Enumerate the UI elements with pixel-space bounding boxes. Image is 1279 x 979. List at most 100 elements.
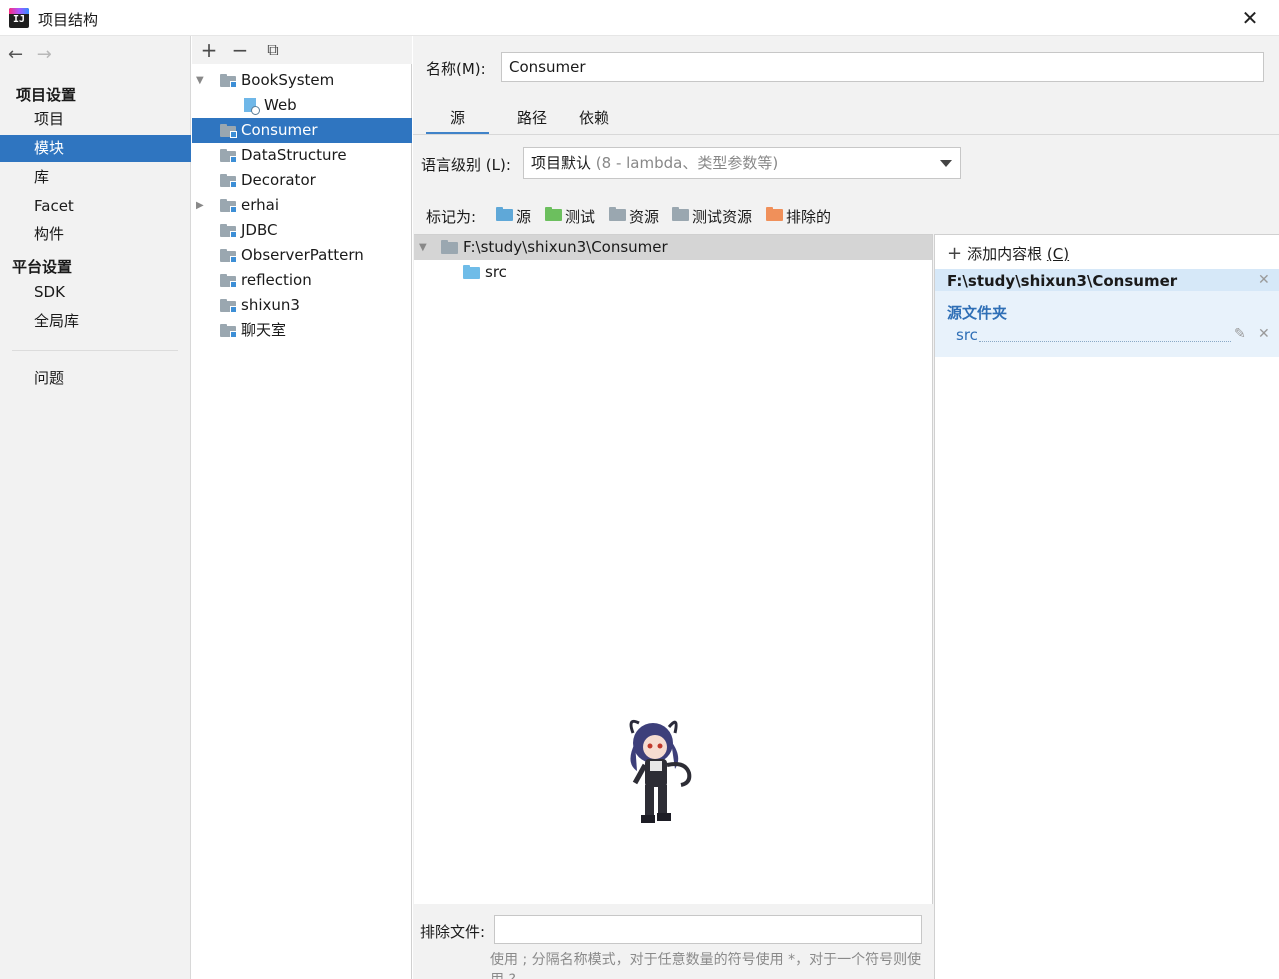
settings-sidebar: ← → 项目设置 项目 模块 库 Facet 构件 平台设置 SDK 全局库 问… [0, 36, 191, 979]
tabs-divider [413, 134, 1279, 135]
tree-item-label: erhai [241, 196, 279, 214]
source-folder-leader [979, 341, 1231, 342]
intellij-logo-icon: IJ [9, 8, 29, 28]
sidebar-item-libraries[interactable]: 库 [0, 164, 191, 191]
source-folder-entry: src [956, 326, 978, 344]
source-folder-icon [463, 265, 480, 279]
module-name-input[interactable] [501, 52, 1264, 82]
add-content-root-button[interactable]: + 添加内容根 (C) [947, 243, 1069, 264]
sidebar-item-project[interactable]: 项目 [0, 106, 191, 133]
back-arrow-icon[interactable]: ← [8, 44, 32, 65]
tree-item-decorator[interactable]: Decorator [192, 168, 412, 193]
source-folder-icon [496, 207, 513, 221]
module-icon [220, 224, 237, 238]
tree-item-label: DataStructure [241, 146, 347, 164]
test-folder-icon [545, 207, 562, 221]
tree-item-shixun3[interactable]: shixun3 [192, 293, 412, 318]
sidebar-item-problems[interactable]: 问题 [0, 365, 191, 392]
mark-as-label: 标记为: [426, 208, 477, 226]
tree-item-booksystem[interactable]: ▼ BookSystem [192, 68, 412, 93]
title-bar: IJ 项目结构 ✕ [0, 0, 1279, 36]
tree-item-label: Consumer [241, 121, 318, 139]
tree-item-jdbc[interactable]: JDBC [192, 218, 412, 243]
tab-sources[interactable]: 源 [426, 102, 489, 135]
exclude-files-label: 排除文件: [420, 923, 486, 941]
tree-item-label: Decorator [241, 171, 316, 189]
tab-paths[interactable]: 路径 [502, 102, 562, 135]
remove-source-folder-icon[interactable]: ✕ [1258, 326, 1270, 342]
expanded-arrow-icon[interactable]: ▼ [196, 68, 204, 93]
module-icon [220, 174, 237, 188]
expanded-arrow-icon[interactable]: ▼ [419, 235, 427, 260]
mark-button-label: 排除的 [786, 208, 832, 226]
tree-item-chatroom[interactable]: 聊天室 [192, 318, 412, 343]
sidebar-item-facets[interactable]: Facet [0, 193, 191, 220]
plus-icon: + [947, 243, 963, 264]
content-root-row[interactable]: ▼ F:\study\shixun3\Consumer [414, 235, 932, 260]
folder-icon [441, 240, 458, 254]
copy-module-button[interactable]: ⧉ [262, 39, 284, 61]
sidebar-item-modules[interactable]: 模块 [0, 135, 191, 162]
exclude-files-help: 使用 ; 分隔名称模式，对于任意数量的符号使用 *，对于一个符号则使用 ? [490, 952, 922, 979]
tree-item-label: shixun3 [241, 296, 300, 314]
tree-item-label: reflection [241, 271, 312, 289]
sidebar-divider [12, 350, 178, 351]
sidebar-item-global-libraries[interactable]: 全局库 [0, 308, 191, 335]
module-tree-toolbar: + − ⧉ [192, 36, 412, 64]
chevron-down-icon [940, 160, 952, 167]
tree-item-reflection[interactable]: reflection [192, 268, 412, 293]
remove-content-root-icon[interactable]: ✕ [1258, 272, 1270, 288]
mark-button-label: 测试 [565, 208, 596, 226]
source-folders-heading: 源文件夹 [947, 304, 1008, 322]
sidebar-item-sdks[interactable]: SDK [0, 279, 191, 306]
mark-button-label: 测试资源 [692, 208, 753, 226]
collapsed-arrow-icon[interactable]: ▶ [196, 193, 204, 218]
web-facet-icon [243, 98, 260, 115]
tree-item-label: Web [264, 96, 297, 114]
module-tree-panel: + − ⧉ ▼ BookSystem Web Consumer DataStru… [192, 36, 412, 979]
project-settings-heading: 项目设置 [16, 86, 77, 104]
window-title: 项目结构 [38, 11, 99, 29]
tree-item-datastructure[interactable]: DataStructure [192, 143, 412, 168]
source-folder-tree: ▼ F:\study\shixun3\Consumer src [414, 234, 933, 904]
excluded-folder-icon [766, 207, 783, 221]
close-button[interactable]: ✕ [1238, 6, 1262, 30]
tree-item-label: JDBC [241, 221, 278, 239]
tree-item-erhai[interactable]: ▶ erhai [192, 193, 412, 218]
sidebar-item-artifacts[interactable]: 构件 [0, 221, 191, 248]
edit-pencil-icon[interactable]: ✎ [1234, 326, 1246, 342]
src-folder-row[interactable]: src [414, 260, 932, 285]
tab-dependencies[interactable]: 依赖 [564, 102, 624, 135]
tree-item-observerpattern[interactable]: ObserverPattern [192, 243, 412, 268]
language-level-detail: (8 - lambda、类型参数等) [595, 154, 779, 172]
content-root-title: F:\study\shixun3\Consumer [947, 272, 1178, 290]
module-icon [220, 249, 237, 263]
history-navigation: ← → [8, 44, 61, 66]
module-settings-panel: 名称(M): 源 路径 依赖 语言级别 (L): 项目默认 (8 - lambd… [413, 36, 1279, 979]
language-level-value: 项目默认 [531, 154, 592, 172]
module-icon [220, 149, 237, 163]
tree-item-label: BookSystem [241, 71, 335, 89]
add-module-button[interactable]: + [198, 39, 220, 61]
tree-item-label: 聊天室 [241, 321, 287, 339]
language-level-dropdown[interactable]: 项目默认 (8 - lambda、类型参数等) [523, 147, 961, 179]
add-content-root-shortcut: (C) [1046, 245, 1070, 263]
language-level-label: 语言级别 (L): [421, 156, 511, 174]
module-icon [220, 199, 237, 213]
anime-mascot-image [629, 719, 692, 823]
tree-item-consumer[interactable]: Consumer [192, 118, 412, 143]
module-icon [220, 74, 237, 88]
module-icon [220, 274, 237, 288]
content-root-panel: + 添加内容根 (C) F:\study\shixun3\Consumer ✕ 源… [934, 234, 1279, 979]
exclude-files-input[interactable] [494, 915, 922, 944]
src-folder-label: src [485, 263, 507, 281]
forward-arrow-icon[interactable]: → [37, 44, 61, 65]
module-icon [220, 324, 237, 338]
tree-item-label: ObserverPattern [241, 246, 364, 264]
platform-settings-heading: 平台设置 [12, 258, 73, 276]
test-resource-folder-icon [672, 207, 689, 221]
tree-item-web[interactable]: Web [192, 93, 412, 118]
remove-module-button[interactable]: − [229, 39, 251, 61]
resource-folder-icon [609, 207, 626, 221]
mark-button-label: 源 [516, 208, 532, 226]
